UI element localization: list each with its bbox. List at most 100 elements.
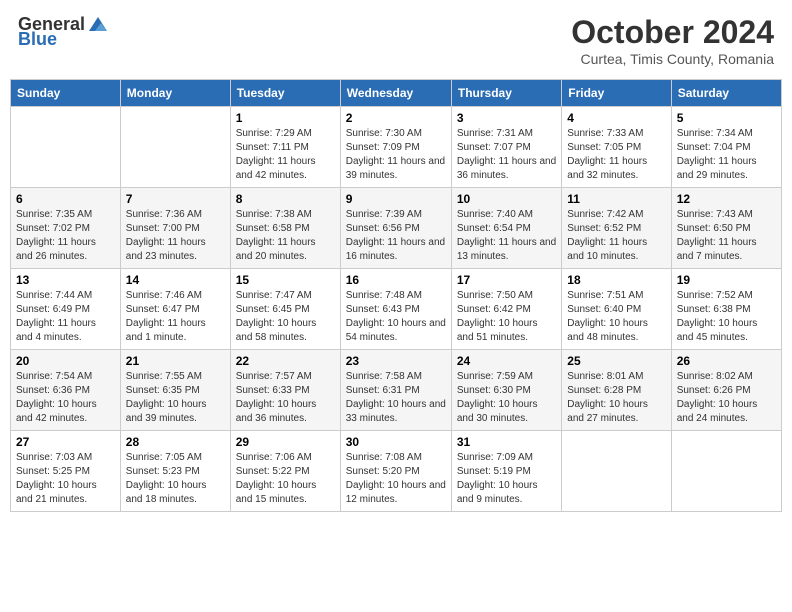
weekday-header-tuesday: Tuesday bbox=[230, 80, 340, 107]
day-info: Sunrise: 7:57 AMSunset: 6:33 PMDaylight:… bbox=[236, 370, 335, 426]
day-info: Sunrise: 7:55 AMSunset: 6:35 PMDaylight:… bbox=[126, 370, 225, 426]
calendar-cell: 28Sunrise: 7:05 AMSunset: 5:23 PMDayligh… bbox=[120, 431, 230, 512]
day-number: 20 bbox=[16, 354, 115, 368]
day-info: Sunrise: 7:40 AMSunset: 6:54 PMDaylight:… bbox=[457, 208, 556, 264]
calendar-cell: 27 Sunrise: 7:03 AMSunset: 5:25 PMDayligh… bbox=[11, 431, 121, 512]
weekday-header-friday: Friday bbox=[562, 80, 671, 107]
calendar-cell: 19 Sunrise: 7:52 AMSunset: 6:38 PMDayligh… bbox=[671, 269, 781, 350]
calendar-cell: 14Sunrise: 7:46 AMSunset: 6:47 PMDayligh… bbox=[120, 269, 230, 350]
day-info: Sunrise: 7:42 AMSunset: 6:52 PMDaylight:… bbox=[567, 208, 665, 264]
day-number: 21 bbox=[126, 354, 225, 368]
day-info: Sunrise: 7:06 AMSunset: 5:22 PMDaylight:… bbox=[236, 451, 335, 507]
day-info: Sunrise: 7:35 AMSunset: 7:02 PMDaylight:… bbox=[16, 208, 115, 264]
calendar-cell: 2Sunrise: 7:30 AMSunset: 7:09 PMDaylight… bbox=[340, 107, 451, 188]
day-number: 10 bbox=[457, 192, 556, 206]
day-number: 26 bbox=[677, 354, 776, 368]
day-number: 25 bbox=[567, 354, 665, 368]
day-info: Sunrise: 7:58 AMSunset: 6:31 PMDaylight:… bbox=[346, 370, 446, 426]
calendar-week-1: 1 Sunrise: 7:29 AMSunset: 7:11 PMDaylight… bbox=[11, 107, 782, 188]
calendar-cell: 13Sunrise: 7:44 AMSunset: 6:49 PMDayligh… bbox=[11, 269, 121, 350]
calendar-cell: 31 Sunrise: 7:09 AMSunset: 5:19 PMDayligh… bbox=[451, 431, 561, 512]
day-info: Sunrise: 8:01 AMSunset: 6:28 PMDaylight:… bbox=[567, 370, 665, 426]
day-number: 13 bbox=[16, 273, 115, 287]
day-number: 11 bbox=[567, 192, 665, 206]
day-number: 16 bbox=[346, 273, 446, 287]
day-number: 22 bbox=[236, 354, 335, 368]
calendar-cell: 26 Sunrise: 8:02 AMSunset: 6:26 PMDayligh… bbox=[671, 350, 781, 431]
title-section: October 2024 Curtea, Timis County, Roman… bbox=[571, 14, 774, 67]
weekday-header-wednesday: Wednesday bbox=[340, 80, 451, 107]
day-info: Sunrise: 7:54 AMSunset: 6:36 PMDaylight:… bbox=[16, 370, 115, 426]
calendar-cell: 22 Sunrise: 7:57 AMSunset: 6:33 PMDayligh… bbox=[230, 350, 340, 431]
day-info: Sunrise: 7:43 AMSunset: 6:50 PMDaylight:… bbox=[677, 208, 776, 264]
calendar-cell: 5 Sunrise: 7:34 AMSunset: 7:04 PMDaylight… bbox=[671, 107, 781, 188]
logo-blue-text: Blue bbox=[18, 29, 57, 50]
calendar-cell: 15 Sunrise: 7:47 AMSunset: 6:45 PMDayligh… bbox=[230, 269, 340, 350]
day-number: 23 bbox=[346, 354, 446, 368]
day-info: Sunrise: 7:31 AMSunset: 7:07 PMDaylight:… bbox=[457, 127, 556, 183]
weekday-header-monday: Monday bbox=[120, 80, 230, 107]
day-number: 30 bbox=[346, 435, 446, 449]
day-info: Sunrise: 7:36 AMSunset: 7:00 PMDaylight:… bbox=[126, 208, 225, 264]
calendar-week-3: 13Sunrise: 7:44 AMSunset: 6:49 PMDayligh… bbox=[11, 269, 782, 350]
calendar-cell: 20 Sunrise: 7:54 AMSunset: 6:36 PMDayligh… bbox=[11, 350, 121, 431]
day-number: 1 bbox=[236, 111, 335, 125]
weekday-header-row: SundayMondayTuesdayWednesdayThursdayFrid… bbox=[11, 80, 782, 107]
calendar-cell: 10 Sunrise: 7:40 AMSunset: 6:54 PMDayligh… bbox=[451, 188, 561, 269]
day-info: Sunrise: 7:51 AMSunset: 6:40 PMDaylight:… bbox=[567, 289, 665, 345]
day-info: Sunrise: 7:39 AMSunset: 6:56 PMDaylight:… bbox=[346, 208, 446, 264]
calendar-table: SundayMondayTuesdayWednesdayThursdayFrid… bbox=[10, 79, 782, 512]
day-info: Sunrise: 7:38 AMSunset: 6:58 PMDaylight:… bbox=[236, 208, 335, 264]
day-number: 8 bbox=[236, 192, 335, 206]
logo: General Blue bbox=[18, 14, 109, 50]
day-number: 17 bbox=[457, 273, 556, 287]
calendar-cell: 1 Sunrise: 7:29 AMSunset: 7:11 PMDaylight… bbox=[230, 107, 340, 188]
day-info: Sunrise: 7:33 AMSunset: 7:05 PMDaylight:… bbox=[567, 127, 665, 183]
day-info: Sunrise: 7:52 AMSunset: 6:38 PMDaylight:… bbox=[677, 289, 776, 345]
calendar-cell bbox=[562, 431, 671, 512]
day-number: 28 bbox=[126, 435, 225, 449]
day-info: Sunrise: 7:30 AMSunset: 7:09 PMDaylight:… bbox=[346, 127, 446, 183]
logo-icon bbox=[87, 13, 109, 35]
calendar-cell: 17 Sunrise: 7:50 AMSunset: 6:42 PMDayligh… bbox=[451, 269, 561, 350]
page-header: General Blue October 2024 Curtea, Timis … bbox=[10, 10, 782, 71]
calendar-cell bbox=[671, 431, 781, 512]
calendar-cell: 3Sunrise: 7:31 AMSunset: 7:07 PMDaylight… bbox=[451, 107, 561, 188]
day-info: Sunrise: 7:08 AMSunset: 5:20 PMDaylight:… bbox=[346, 451, 446, 507]
day-number: 5 bbox=[677, 111, 776, 125]
location-subtitle: Curtea, Timis County, Romania bbox=[571, 51, 774, 67]
day-number: 9 bbox=[346, 192, 446, 206]
day-info: Sunrise: 7:03 AMSunset: 5:25 PMDaylight:… bbox=[16, 451, 115, 507]
day-info: Sunrise: 7:34 AMSunset: 7:04 PMDaylight:… bbox=[677, 127, 776, 183]
day-info: Sunrise: 7:29 AMSunset: 7:11 PMDaylight:… bbox=[236, 127, 335, 183]
calendar-cell: 9 Sunrise: 7:39 AMSunset: 6:56 PMDaylight… bbox=[340, 188, 451, 269]
calendar-cell: 4Sunrise: 7:33 AMSunset: 7:05 PMDaylight… bbox=[562, 107, 671, 188]
calendar-week-5: 27 Sunrise: 7:03 AMSunset: 5:25 PMDayligh… bbox=[11, 431, 782, 512]
day-number: 19 bbox=[677, 273, 776, 287]
day-number: 27 bbox=[16, 435, 115, 449]
day-info: Sunrise: 7:09 AMSunset: 5:19 PMDaylight:… bbox=[457, 451, 556, 507]
calendar-cell: 16Sunrise: 7:48 AMSunset: 6:43 PMDayligh… bbox=[340, 269, 451, 350]
day-number: 18 bbox=[567, 273, 665, 287]
day-number: 14 bbox=[126, 273, 225, 287]
calendar-week-4: 20 Sunrise: 7:54 AMSunset: 6:36 PMDayligh… bbox=[11, 350, 782, 431]
day-number: 15 bbox=[236, 273, 335, 287]
day-number: 24 bbox=[457, 354, 556, 368]
calendar-cell: 18 Sunrise: 7:51 AMSunset: 6:40 PMDayligh… bbox=[562, 269, 671, 350]
calendar-cell: 11 Sunrise: 7:42 AMSunset: 6:52 PMDayligh… bbox=[562, 188, 671, 269]
calendar-cell: 8 Sunrise: 7:38 AMSunset: 6:58 PMDaylight… bbox=[230, 188, 340, 269]
calendar-cell: 30 Sunrise: 7:08 AMSunset: 5:20 PMDayligh… bbox=[340, 431, 451, 512]
day-info: Sunrise: 7:47 AMSunset: 6:45 PMDaylight:… bbox=[236, 289, 335, 345]
calendar-cell: 21 Sunrise: 7:55 AMSunset: 6:35 PMDayligh… bbox=[120, 350, 230, 431]
weekday-header-sunday: Sunday bbox=[11, 80, 121, 107]
day-info: Sunrise: 7:50 AMSunset: 6:42 PMDaylight:… bbox=[457, 289, 556, 345]
day-number: 6 bbox=[16, 192, 115, 206]
day-number: 31 bbox=[457, 435, 556, 449]
calendar-cell bbox=[11, 107, 121, 188]
calendar-cell: 24Sunrise: 7:59 AMSunset: 6:30 PMDayligh… bbox=[451, 350, 561, 431]
day-info: Sunrise: 8:02 AMSunset: 6:26 PMDaylight:… bbox=[677, 370, 776, 426]
calendar-cell: 7Sunrise: 7:36 AMSunset: 7:00 PMDaylight… bbox=[120, 188, 230, 269]
weekday-header-saturday: Saturday bbox=[671, 80, 781, 107]
calendar-cell: 6 Sunrise: 7:35 AMSunset: 7:02 PMDaylight… bbox=[11, 188, 121, 269]
calendar-cell: 12Sunrise: 7:43 AMSunset: 6:50 PMDayligh… bbox=[671, 188, 781, 269]
